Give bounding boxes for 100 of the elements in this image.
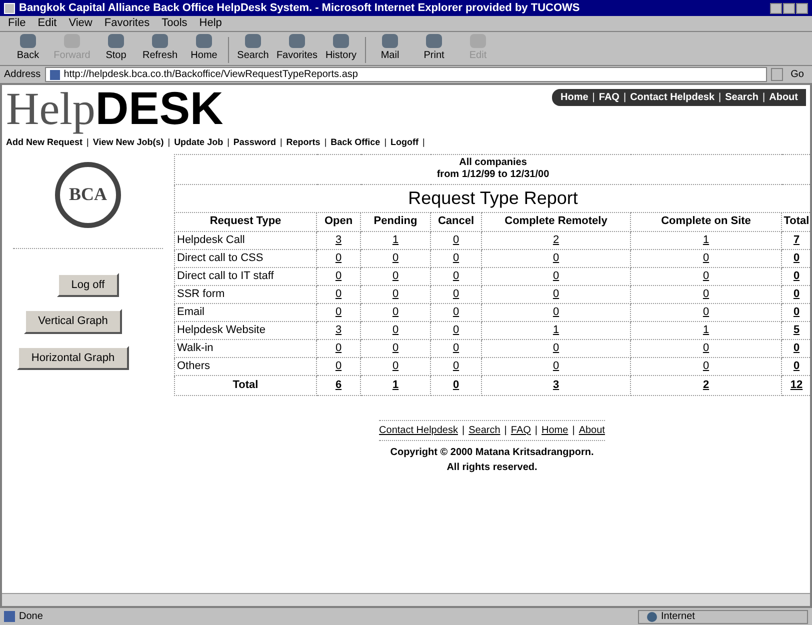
count-link[interactable]: 0 [335,270,342,282]
count-link[interactable]: 0 [793,306,800,318]
menu-item[interactable]: File [8,15,26,32]
count-link[interactable]: 2 [702,378,710,391]
count-link[interactable]: 0 [702,342,710,354]
toolbar-button[interactable]: Print [414,34,454,63]
minimize-button[interactable] [770,2,782,14]
count-link[interactable]: 0 [452,270,460,282]
count-link[interactable]: 0 [793,252,800,264]
count-link[interactable]: 0 [452,306,460,318]
top-link[interactable]: Contact Helpdesk [630,90,715,105]
count-link[interactable]: 0 [702,252,710,264]
count-link[interactable]: 0 [552,342,560,354]
toolbar-button[interactable]: Mail [370,34,410,63]
menu-item[interactable]: Help [199,15,222,32]
count-link[interactable]: 2 [552,234,560,246]
maximize-button[interactable] [783,2,795,14]
count-link[interactable]: 0 [335,306,342,318]
count-link[interactable]: 0 [552,306,560,318]
count-link[interactable]: 7 [793,234,800,246]
menu-item[interactable]: View [68,15,92,32]
sidebar-button[interactable]: Log off [57,272,119,297]
count-link[interactable]: 0 [392,342,399,354]
count-link[interactable]: 0 [335,342,342,354]
count-link[interactable]: 0 [702,288,710,300]
nav-link[interactable]: Logoff [390,136,419,150]
toolbar-button[interactable]: History [321,34,361,63]
top-link[interactable]: FAQ [598,90,620,105]
report-scope: All companies [458,156,528,169]
top-link[interactable]: Search [725,90,758,105]
count-link[interactable]: 0 [552,252,560,264]
count-link[interactable]: 0 [335,288,342,300]
footer-link[interactable]: FAQ [510,422,531,438]
separator: | [762,91,766,105]
count-link[interactable]: 0 [335,360,342,372]
nav-link[interactable]: Add New Request [6,136,83,150]
count-link[interactable]: 0 [552,270,560,282]
count-link[interactable]: 3 [335,234,342,246]
toolbar-button[interactable]: Search [233,34,273,63]
count-link[interactable]: 5 [793,324,800,336]
toolbar-button[interactable]: Stop [96,34,136,63]
footer-link[interactable]: Contact Helpdesk [379,422,458,438]
count-link[interactable]: 0 [392,324,399,336]
count-link[interactable]: 0 [552,360,560,372]
top-link[interactable]: Home [560,90,588,105]
count-link[interactable]: 3 [552,378,560,391]
count-link[interactable]: 0 [392,252,399,264]
toolbar-button[interactable]: Home [184,34,224,63]
toolbar-button[interactable]: Back [8,34,48,63]
separator: | [168,136,170,149]
count-link[interactable]: 0 [702,360,710,372]
count-link[interactable]: 0 [335,252,342,264]
count-link[interactable]: 0 [793,360,800,372]
count-link[interactable]: 0 [452,288,460,300]
close-button[interactable] [796,2,808,14]
count-link[interactable]: 0 [702,306,710,318]
menu-item[interactable]: Tools [162,15,188,32]
sidebar-button[interactable]: Vertical Graph [24,309,122,334]
count-link[interactable]: 0 [552,288,560,300]
count-link[interactable]: 0 [452,234,460,246]
count-link[interactable]: 0 [793,288,800,300]
go-button[interactable]: Go [786,67,808,82]
count-link[interactable]: 0 [793,342,800,354]
count-link[interactable]: 0 [392,306,399,318]
count-link[interactable]: 0 [452,324,460,336]
count-link[interactable]: 0 [793,270,800,282]
count-link[interactable]: 6 [335,378,342,391]
footer-link[interactable]: Home [542,422,568,438]
count-link[interactable]: 0 [392,270,399,282]
nav-link[interactable]: Password [233,136,276,150]
address-field[interactable]: http://helpdesk.bca.co.th/Backoffice/ViewRequestTypeReports.asp [44,67,767,82]
nav-link[interactable]: Back Office [330,136,380,150]
nav-link[interactable]: Update Job [174,136,224,150]
zone-label: Internet [661,610,695,624]
count-link[interactable]: 1 [392,378,399,391]
count-link[interactable]: 0 [452,378,460,391]
count-link[interactable]: 0 [702,270,710,282]
footer-link[interactable]: About [578,422,605,438]
count-link[interactable]: 0 [452,360,460,372]
toolbar-button[interactable]: Refresh [140,34,180,63]
column-header: Request Type [174,212,316,231]
count-link[interactable]: 0 [392,360,399,372]
menu-item[interactable]: Edit [38,15,57,32]
count-link[interactable]: 1 [552,324,560,336]
toolbar-button[interactable]: Favorites [277,34,317,63]
count-link[interactable]: 0 [392,288,399,300]
nav-link[interactable]: View New Job(s) [92,136,164,150]
separator: | [462,424,465,438]
sidebar-button[interactable]: Horizontal Graph [17,346,129,370]
count-link[interactable]: 1 [702,324,710,336]
count-link[interactable]: 1 [392,234,399,246]
count-link[interactable]: 3 [335,324,342,336]
menu-item[interactable]: Favorites [104,15,150,32]
footer-link[interactable]: Search [468,422,500,438]
nav-link[interactable]: Reports [286,136,320,150]
count-link[interactable]: 0 [452,252,460,264]
top-link[interactable]: About [769,90,798,105]
count-link[interactable]: 1 [702,234,710,246]
count-link[interactable]: 0 [452,342,460,354]
horizontal-scrollbar[interactable] [2,593,810,606]
